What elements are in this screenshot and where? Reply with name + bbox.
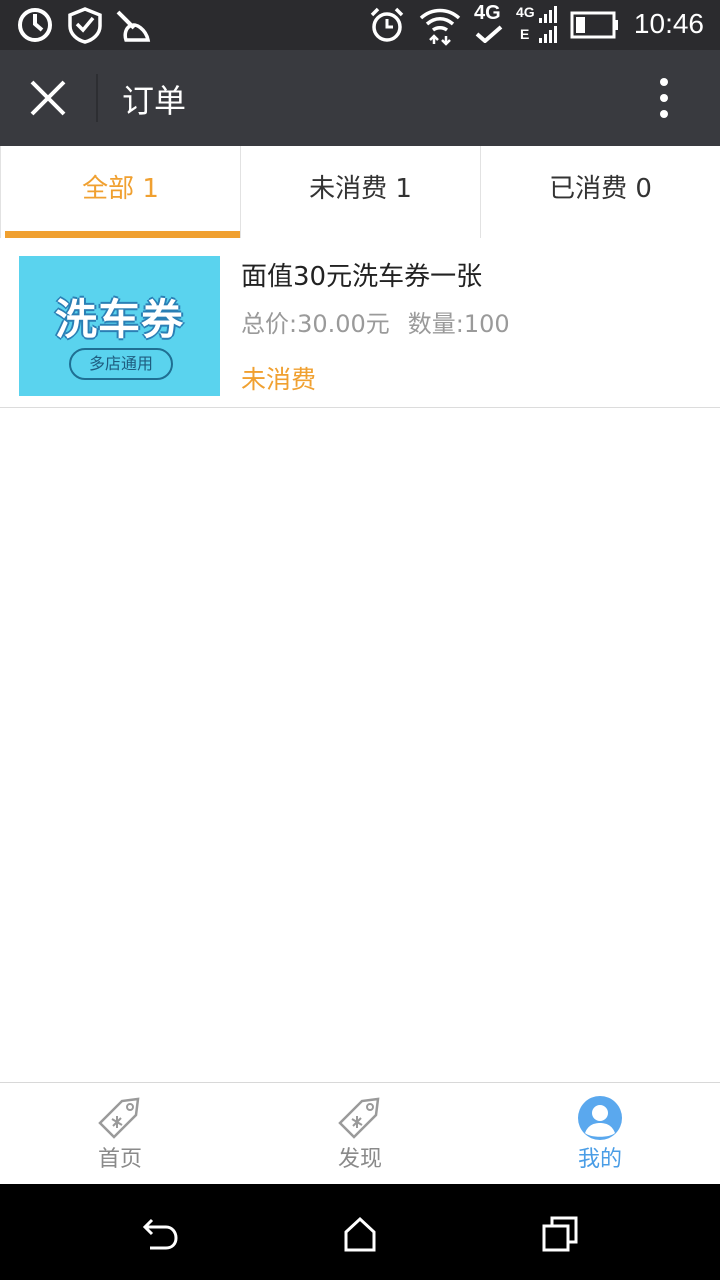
order-status: 未消费	[241, 365, 317, 394]
nav-item-mine[interactable]: 我的	[480, 1083, 720, 1185]
order-meta: 总价:30.00元 数量:100	[241, 304, 528, 339]
page-title: 订单	[122, 82, 187, 120]
more-icon[interactable]	[644, 76, 684, 120]
tab-consumed[interactable]: 已消费 0	[480, 146, 720, 238]
tab-all-label: 全部 1	[82, 174, 159, 204]
user-icon	[578, 1096, 622, 1140]
home-icon[interactable]	[340, 1214, 380, 1254]
thumbnail-subtitle: 多店通用	[69, 348, 173, 380]
signal-icon: 4G E	[516, 4, 562, 46]
order-total: 总价:30.00元	[241, 310, 390, 338]
tab-all[interactable]: 全部 1	[0, 146, 240, 238]
4g-icon: 4G	[474, 2, 508, 46]
order-thumbnail: 洗车券 多店通用	[19, 256, 220, 396]
security-icon	[68, 7, 102, 44]
tag-icon	[338, 1097, 380, 1139]
clean-icon	[116, 10, 151, 42]
order-quantity: 数量:100	[407, 310, 510, 338]
signal-4g-label: 4G	[516, 4, 535, 20]
order-list-item[interactable]: 洗车券 多店通用 面值30元洗车券一张 总价:30.00元 数量:100 未消费	[0, 238, 720, 408]
thumbnail-title: 洗车券	[54, 295, 184, 344]
wifi-icon	[419, 8, 461, 46]
nav-item-discover[interactable]: 发现	[240, 1083, 480, 1185]
nav-label-home: 首页	[97, 1147, 142, 1172]
status-time: 10:46	[633, 8, 704, 39]
nav-label-discover: 发现	[337, 1147, 382, 1172]
header-bar: 订单	[0, 50, 720, 146]
tab-consumed-label: 已消费 0	[549, 174, 652, 204]
order-name: 面值30元洗车券一张	[241, 262, 483, 292]
check-icon	[475, 25, 503, 44]
bottom-nav: 首页 发现 我的	[0, 1082, 720, 1185]
status-bar: 4G 4G E 10:46	[0, 0, 720, 50]
close-icon[interactable]	[22, 72, 74, 124]
nav-item-home[interactable]: 首页	[0, 1083, 240, 1185]
system-nav-bar	[0, 1184, 720, 1280]
sync-icon	[18, 8, 52, 42]
battery-icon	[570, 11, 618, 39]
4g-label: 4G	[474, 2, 501, 24]
tab-unconsumed[interactable]: 未消费 1	[240, 146, 480, 238]
tag-icon	[98, 1097, 140, 1139]
recent-apps-icon[interactable]	[540, 1214, 580, 1254]
back-icon[interactable]	[140, 1214, 180, 1254]
nav-label-mine: 我的	[577, 1147, 622, 1172]
header-divider	[96, 74, 98, 122]
active-tab-indicator	[5, 231, 240, 238]
tab-unconsumed-label: 未消费 1	[309, 174, 412, 204]
order-tabs: 全部 1 未消费 1 已消费 0	[0, 146, 720, 239]
signal-e-label: E	[520, 26, 530, 42]
alarm-icon	[370, 7, 404, 42]
